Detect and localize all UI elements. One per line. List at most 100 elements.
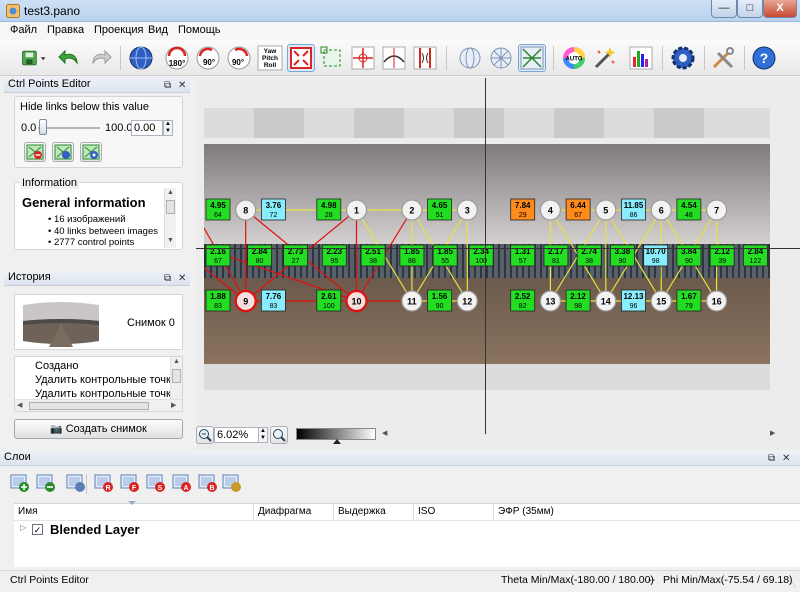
straighten-icon[interactable] <box>380 44 408 72</box>
select-links-button[interactable] <box>52 142 74 162</box>
image-center-marker[interactable]: 8 <box>235 199 257 221</box>
history-scrollbar[interactable]: ▲ <box>170 357 182 399</box>
menu-projection[interactable]: Проекция <box>94 24 143 36</box>
close-icon[interactable]: ✕ <box>178 78 186 93</box>
value-spinner[interactable]: ▲ ▼ <box>163 120 173 136</box>
layer-props-icon[interactable] <box>66 473 86 493</box>
link-label[interactable]: 11.85 86 <box>621 198 646 221</box>
link-label[interactable]: 2.12 98 <box>565 289 591 312</box>
image-center-marker[interactable]: 5 <box>595 199 617 221</box>
menu-edit[interactable]: Правка <box>47 24 84 36</box>
settings-gear-icon[interactable] <box>669 44 697 72</box>
image-center-marker[interactable]: 13 <box>539 290 561 312</box>
link-label[interactable]: 7.84 29 <box>510 198 536 221</box>
image-center-marker[interactable]: 11 <box>401 290 423 312</box>
add-layer-icon[interactable] <box>10 473 30 493</box>
layer-visibility-checkbox[interactable]: ✓ <box>32 524 43 535</box>
zoom-spinner[interactable]: ▲ ▼ <box>258 427 268 443</box>
stretch-icon[interactable] <box>411 44 439 72</box>
rotate-90-ccw-icon[interactable]: 90° <box>225 44 253 72</box>
image-center-marker[interactable]: 6 <box>650 199 672 221</box>
maximize-button[interactable]: □ <box>737 0 763 18</box>
float-icon[interactable]: ⧉ <box>164 78 171 93</box>
close-button[interactable]: X <box>763 0 797 18</box>
menu-help[interactable]: Помощь <box>178 24 221 36</box>
info-scrollbar[interactable]: ▲ ▼ <box>164 188 176 248</box>
exposure-marker[interactable] <box>333 439 341 444</box>
float-icon[interactable]: ⧉ <box>164 271 171 286</box>
image-center-marker[interactable]: 7 <box>705 199 728 221</box>
link-label[interactable]: 4.98 28 <box>316 198 342 221</box>
column-header-exposure[interactable]: Выдержка <box>334 504 414 520</box>
tools-wand-icon[interactable] <box>591 44 619 72</box>
resize-grip-icon[interactable]: ⋱ <box>788 579 796 588</box>
link-label[interactable]: 2.61 100 <box>316 289 342 312</box>
history-hscrollbar[interactable]: ◀ ▶ <box>15 399 182 411</box>
preview-hscrollbar[interactable]: ◀ ▶ <box>382 430 782 438</box>
column-header-iso[interactable]: ISO <box>414 504 494 520</box>
vertical-guide[interactable] <box>485 78 486 434</box>
minimize-button[interactable]: — <box>711 0 737 18</box>
optimize-links-button[interactable] <box>80 142 102 162</box>
hide-links-slider-track[interactable] <box>38 127 100 129</box>
float-icon[interactable]: ⧉ <box>768 451 775 466</box>
image-center-marker[interactable]: 14 <box>595 290 617 312</box>
menu-file[interactable]: Файл <box>10 24 37 36</box>
link-label[interactable]: 12.13 96 <box>621 289 646 312</box>
image-center-marker[interactable]: 10 <box>345 289 368 313</box>
expand-icon[interactable]: ▷ <box>20 523 26 532</box>
undo-icon[interactable] <box>56 44 84 72</box>
create-snapshot-button[interactable]: 📷 Создать снимок <box>14 419 183 439</box>
layer-a-icon[interactable]: A <box>172 473 192 493</box>
image-center-marker[interactable]: 3 <box>456 199 478 221</box>
snapshot-preview[interactable]: Снимок 0 <box>14 294 183 350</box>
show-links-icon[interactable] <box>518 44 546 72</box>
help-icon[interactable]: ? <box>750 44 778 72</box>
history-item[interactable]: Создано <box>35 360 78 372</box>
layer-s-icon[interactable]: S <box>146 473 166 493</box>
zoom-fit-button[interactable] <box>270 426 288 444</box>
projection-grid-icon[interactable] <box>487 44 515 72</box>
hide-links-value-input[interactable] <box>131 120 163 136</box>
column-header-name[interactable]: Имя <box>14 504 254 520</box>
link-label[interactable]: 2.52 82 <box>510 289 536 312</box>
auto-color-icon[interactable]: AUTO <box>560 44 588 72</box>
link-label[interactable]: 6.44 67 <box>565 198 591 221</box>
close-icon[interactable]: ✕ <box>782 451 790 466</box>
layer-notes-icon[interactable] <box>222 473 242 493</box>
menu-view[interactable]: Вид <box>148 24 168 36</box>
column-header-focal[interactable]: ЭФР (35мм) <box>494 504 800 520</box>
save-icon[interactable] <box>16 44 52 72</box>
horizontal-guide[interactable] <box>196 248 800 249</box>
image-center-marker[interactable]: 16 <box>705 290 728 312</box>
link-label[interactable]: 1.67 79 <box>676 289 702 312</box>
histogram-icon[interactable] <box>627 44 655 72</box>
close-icon[interactable]: ✕ <box>178 271 186 286</box>
rotate-90-cw-icon[interactable]: 90° <box>194 44 222 72</box>
image-center-marker[interactable]: 2 <box>401 199 423 221</box>
panorama-preview[interactable]: 4.95643.76724.98284.65517.84296.446711.8… <box>204 108 770 390</box>
column-header-aperture[interactable]: Диафрагма <box>254 504 334 520</box>
hide-links-slider-thumb[interactable] <box>39 119 47 135</box>
zoom-out-button[interactable] <box>196 426 214 444</box>
layer-b-icon[interactable]: B <box>198 473 218 493</box>
link-label[interactable]: 7.76 83 <box>261 289 286 312</box>
image-center-marker[interactable]: 1 <box>345 199 368 221</box>
fit-frame-icon[interactable] <box>287 44 315 72</box>
link-label[interactable]: 4.54 48 <box>676 198 702 221</box>
remove-layer-icon[interactable] <box>36 473 56 493</box>
rotate-180-icon[interactable]: 180° <box>163 44 191 72</box>
delete-links-button[interactable] <box>24 142 46 162</box>
link-label[interactable]: 3.76 72 <box>261 198 286 221</box>
history-item[interactable]: Удалить контрольные точки <box>35 374 177 386</box>
image-center-marker[interactable]: 9 <box>234 289 257 313</box>
link-label[interactable]: 4.65 51 <box>427 198 453 221</box>
link-label[interactable]: 4.95 64 <box>205 198 231 221</box>
layer-row[interactable]: ▷ ✓ Blended Layer <box>14 521 800 539</box>
zoom-input[interactable] <box>214 427 260 443</box>
link-label[interactable]: 1.88 83 <box>205 289 231 312</box>
center-icon[interactable] <box>349 44 377 72</box>
projection-sphere-icon[interactable] <box>456 44 484 72</box>
layer-r-icon[interactable]: R <box>94 473 114 493</box>
layer-f-icon[interactable]: F <box>120 473 140 493</box>
